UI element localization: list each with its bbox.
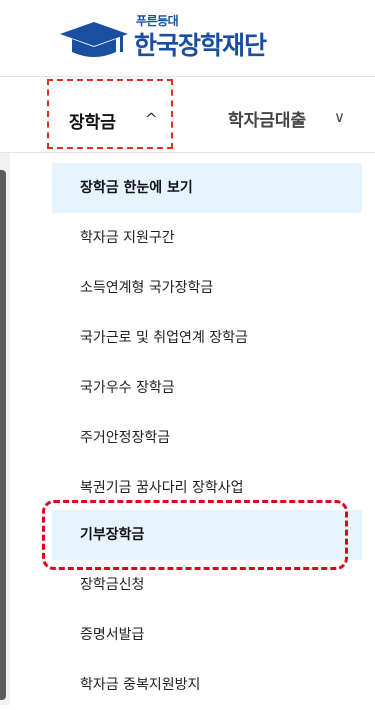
- tab-student-loan-label: 학자금대출: [228, 111, 307, 131]
- tabs-divider: [0, 152, 375, 153]
- logo[interactable]: 푸른등대 한국장학재단: [58, 12, 288, 68]
- menu-item-national-excellence[interactable]: 국가우수 장학금: [52, 363, 362, 413]
- scrollbar[interactable]: [0, 170, 6, 700]
- menu-item-overview[interactable]: 장학금 한눈에 보기: [52, 163, 362, 213]
- menu-item-work-employment[interactable]: 국가근로 및 취업연계 장학금: [52, 313, 362, 363]
- highlight-box: [42, 500, 348, 570]
- menu-item-duplicate-prevention[interactable]: 학자금 중복지원방지: [52, 660, 362, 710]
- tab-scholarship[interactable]: 장학금 ^: [47, 79, 173, 149]
- chevron-up-icon: ^: [145, 110, 158, 128]
- menu-item-income-linked[interactable]: 소득연계형 국가장학금: [52, 263, 362, 313]
- graduation-cap-icon: [60, 22, 128, 57]
- logo-brand-name: 한국장학재단: [134, 31, 267, 60]
- menu-item-certificate[interactable]: 증명서발급: [52, 610, 362, 660]
- chevron-down-icon: ∨: [334, 108, 345, 126]
- nav-tabs: 장학금 ^ 학자금대출 ∨: [0, 77, 375, 152]
- menu-item-support-tier[interactable]: 학자금 지원구간: [52, 213, 362, 263]
- tab-scholarship-label: 장학금: [69, 113, 116, 133]
- menu-item-housing[interactable]: 주거안정장학금: [52, 413, 362, 463]
- header: 푸른등대 한국장학재단: [0, 0, 375, 76]
- tab-student-loan[interactable]: 학자금대출 ∨: [222, 79, 372, 149]
